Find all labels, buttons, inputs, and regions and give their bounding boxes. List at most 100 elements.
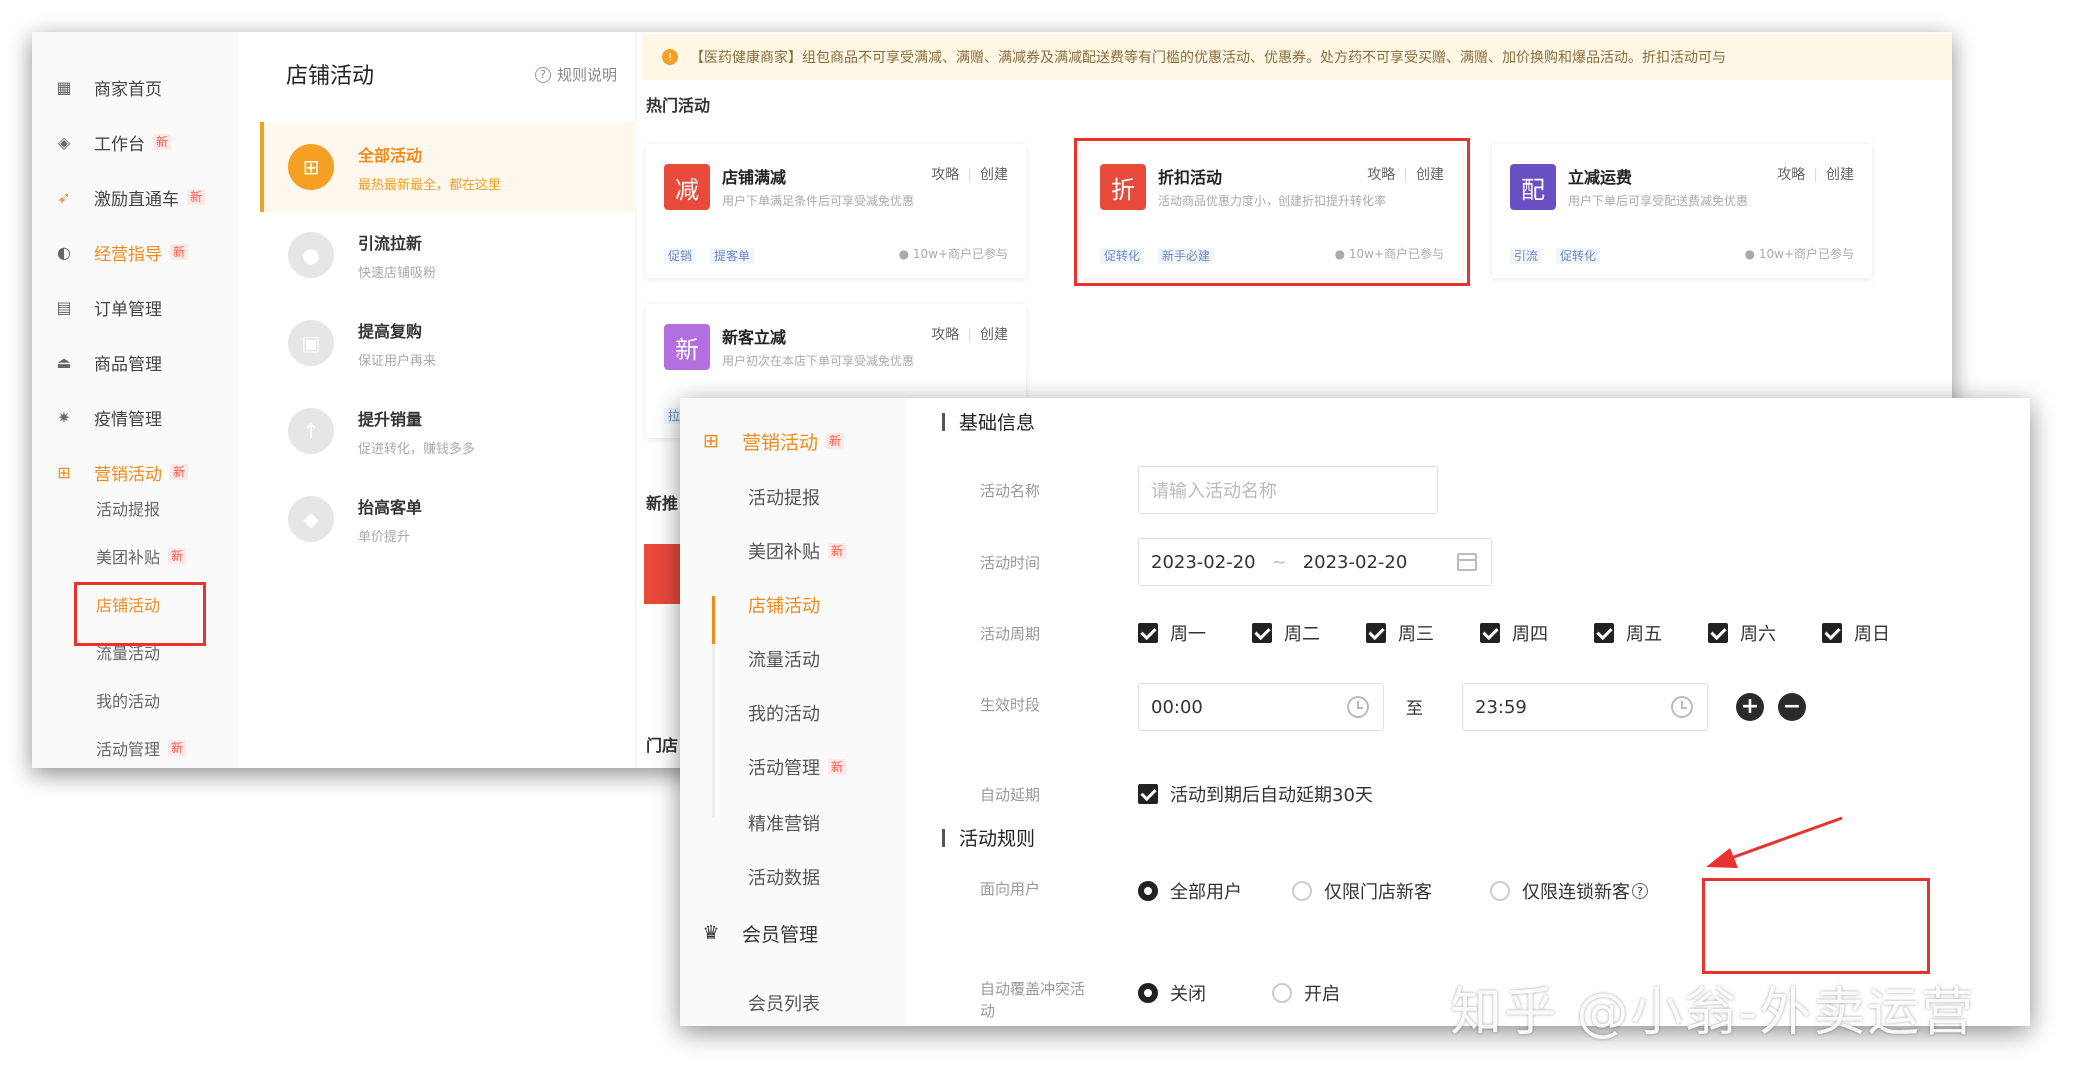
category-all[interactable]: ⊞ 全部活动 最热最新最全，都在这里 xyxy=(260,122,636,212)
radio-store-new[interactable]: 仅限门店新客 xyxy=(1292,878,1432,904)
name-label: 活动名称 xyxy=(980,482,1041,500)
sidebar-group-members[interactable]: ♛ 会员管理 xyxy=(700,918,818,948)
tag-icon: ◆ xyxy=(288,496,334,542)
date-start: 2023-02-20 xyxy=(1151,551,1256,573)
warning-icon: ! xyxy=(662,49,678,65)
front-sub-precision[interactable]: 精准营销 xyxy=(748,808,820,838)
checkbox-checked-icon xyxy=(1594,623,1614,643)
front-sub-store-activity[interactable]: 店铺活动 xyxy=(748,590,820,620)
hot-section-label: 热门活动 xyxy=(646,96,711,115)
help-icon[interactable]: ? xyxy=(1632,883,1648,899)
day-checkbox-thu[interactable]: 周四 xyxy=(1480,620,1548,646)
create-link[interactable]: 创建 xyxy=(1826,167,1854,183)
activity-name-input[interactable]: 请输入活动名称 xyxy=(1138,466,1438,514)
watermark: 知乎 @小翁-外卖运营 xyxy=(1450,983,1976,1043)
checkbox-checked-icon xyxy=(1480,623,1500,643)
radio-selected-icon xyxy=(1138,983,1158,1003)
sidebar-item-marketing[interactable]: ⊞ 营销活动新 xyxy=(54,457,189,487)
sidebar-item-epidemic[interactable]: ✷ 疫情管理 xyxy=(54,402,162,432)
front-sub-member-list[interactable]: 会员列表 xyxy=(748,988,820,1018)
virus-icon: ✷ xyxy=(57,407,71,427)
guide-link[interactable]: 攻略 xyxy=(1777,167,1805,183)
auto-extend-checkbox[interactable]: 活动到期后自动延期30天 xyxy=(1138,781,1373,807)
checkbox-checked-icon xyxy=(1252,623,1272,643)
front-sub-manage[interactable]: 活动管理新 xyxy=(748,752,847,782)
remove-period-button[interactable]: − xyxy=(1778,693,1806,721)
day-checkbox-mon[interactable]: 周一 xyxy=(1138,620,1206,646)
sidebar-group-marketing[interactable]: ⊞ 营销活动新 xyxy=(700,426,845,456)
new-badge: 新 xyxy=(170,244,189,260)
calendar-icon xyxy=(1457,553,1477,571)
time-label: 活动时间 xyxy=(980,554,1041,572)
day-checkbox-fri[interactable]: 周五 xyxy=(1594,620,1662,646)
sidebar-item-products[interactable]: ⏏ 商品管理 xyxy=(54,347,162,377)
create-link[interactable]: 创建 xyxy=(980,167,1008,183)
highlight-box xyxy=(1074,138,1470,286)
radio-override-off[interactable]: 关闭 xyxy=(1138,980,1206,1006)
create-link[interactable]: 创建 xyxy=(980,327,1008,343)
radio-chain-new[interactable]: 仅限连锁新客? xyxy=(1490,878,1648,904)
front-sub-subsidy[interactable]: 美团补贴新 xyxy=(748,536,847,566)
arrow-up-icon: ↑ xyxy=(288,408,334,454)
pie-chart-icon: ◐ xyxy=(57,242,71,262)
time-start-input[interactable]: 00:00 xyxy=(1138,683,1384,731)
new-section-label: 新推 xyxy=(646,494,679,513)
new-badge: 新 xyxy=(170,464,189,480)
front-sub-report[interactable]: 活动提报 xyxy=(748,482,820,512)
sidebar-item-guidance[interactable]: ◐ 经营指导新 xyxy=(54,237,189,267)
front-sub-data[interactable]: 活动数据 xyxy=(748,862,820,892)
sidebar-sub-report[interactable]: 活动提报 xyxy=(96,494,160,522)
sidebar-item-incentive[interactable]: ➶ 激励直通车新 xyxy=(54,182,206,212)
category-sales[interactable]: ↑ 提升销量 促进转化，赚钱多多 xyxy=(260,386,636,476)
front-sidebar: ⊞ 营销活动新 活动提报 美团补贴新 店铺活动 流量活动 我的活动 活动管理新 精… xyxy=(680,398,906,1026)
date-end: 2023-02-20 xyxy=(1302,551,1408,573)
radio-all-users[interactable]: 全部用户 xyxy=(1138,878,1242,904)
activity-category-panel: 店铺活动 ? 规则说明 ⊞ 全部活动 最热最新最全，都在这里 ● 引流拉新 快速店铺吸… xyxy=(260,32,636,768)
period-label: 生效时段 xyxy=(980,696,1041,714)
front-sub-traffic[interactable]: 流量活动 xyxy=(748,644,820,674)
basic-info-title: 基础信息 xyxy=(942,408,1035,435)
rules-link[interactable]: ? 规则说明 xyxy=(534,64,617,85)
main-sidebar: ▦ 商家首页 ◈ 工作台新 ➶ 激励直通车新 ◐ 经营指导新 ▤ 订单管理 ⏏ 商品管理 ✷… xyxy=(32,32,238,768)
new-badge: 新 xyxy=(168,548,187,564)
sidebar-item-orders[interactable]: ▤ 订单管理 xyxy=(54,292,162,322)
guide-link[interactable]: 攻略 xyxy=(931,167,959,183)
question-icon: ? xyxy=(534,66,551,83)
radio-override-on[interactable]: 开启 xyxy=(1272,980,1340,1006)
day-checkbox-wed[interactable]: 周三 xyxy=(1366,620,1434,646)
drop-icon: ● xyxy=(288,232,334,278)
checkbox-checked-icon xyxy=(1366,623,1386,643)
cycle-label: 活动周期 xyxy=(980,625,1041,643)
guide-link[interactable]: 攻略 xyxy=(931,327,959,343)
activity-card-delivery[interactable]: 配 立减运费 攻略 | 创建 用户下单后可享受配送费减免优惠 引流 促转化 ● 10w… xyxy=(1492,144,1872,278)
time-end-input[interactable]: 23:59 xyxy=(1462,683,1708,731)
category-ticket[interactable]: ◆ 抬高客单 单价提升 xyxy=(260,474,636,564)
grid-icon: ⊞ xyxy=(288,144,334,190)
product-icon: ⏏ xyxy=(56,352,72,372)
sidebar-sub-manage[interactable]: 活动管理新 xyxy=(96,734,187,762)
radio-selected-icon xyxy=(1138,881,1158,901)
notice-bar: ! 【医药健康商家】组包商品不可享受满减、满赠、满减券及满减配送费等有门槛的优惠活… xyxy=(642,34,1952,80)
page-title: 店铺活动 xyxy=(286,64,375,89)
clock-icon xyxy=(1671,696,1693,718)
day-checkbox-tue[interactable]: 周二 xyxy=(1252,620,1320,646)
extend-label: 自动延期 xyxy=(980,786,1041,804)
new-badge: 新 xyxy=(187,189,206,205)
day-checkbox-sat[interactable]: 周六 xyxy=(1708,620,1776,646)
category-attract[interactable]: ● 引流拉新 快速店铺吸粉 xyxy=(260,210,636,300)
sidebar-sub-subsidy[interactable]: 美团补贴新 xyxy=(96,542,187,570)
joined-count: ● 10w+商户已参与 xyxy=(898,247,1008,261)
rocket-icon: ➶ xyxy=(57,187,71,207)
checkbox-checked-icon xyxy=(1138,623,1158,643)
add-period-button[interactable]: + xyxy=(1736,693,1764,721)
day-checkbox-sun[interactable]: 周日 xyxy=(1822,620,1890,646)
tag: 提客单 xyxy=(710,248,755,264)
front-sub-my-activities[interactable]: 我的活动 xyxy=(748,698,820,728)
checkbox-checked-icon xyxy=(1138,784,1158,804)
sidebar-sub-my-activities[interactable]: 我的活动 xyxy=(96,686,160,714)
category-repurchase[interactable]: ▣ 提高复购 保证用户再来 xyxy=(260,298,636,388)
sidebar-item-workbench[interactable]: ◈ 工作台新 xyxy=(54,127,172,157)
sidebar-item-home[interactable]: ▦ 商家首页 xyxy=(54,72,162,102)
date-range-picker[interactable]: 2023-02-20 ~ 2023-02-20 xyxy=(1138,538,1492,586)
activity-card-full-reduction[interactable]: 减 店铺满减 攻略 | 创建 用户下单满足条件后可享受减免优惠 促销 提客单 ● 10… xyxy=(646,144,1026,278)
